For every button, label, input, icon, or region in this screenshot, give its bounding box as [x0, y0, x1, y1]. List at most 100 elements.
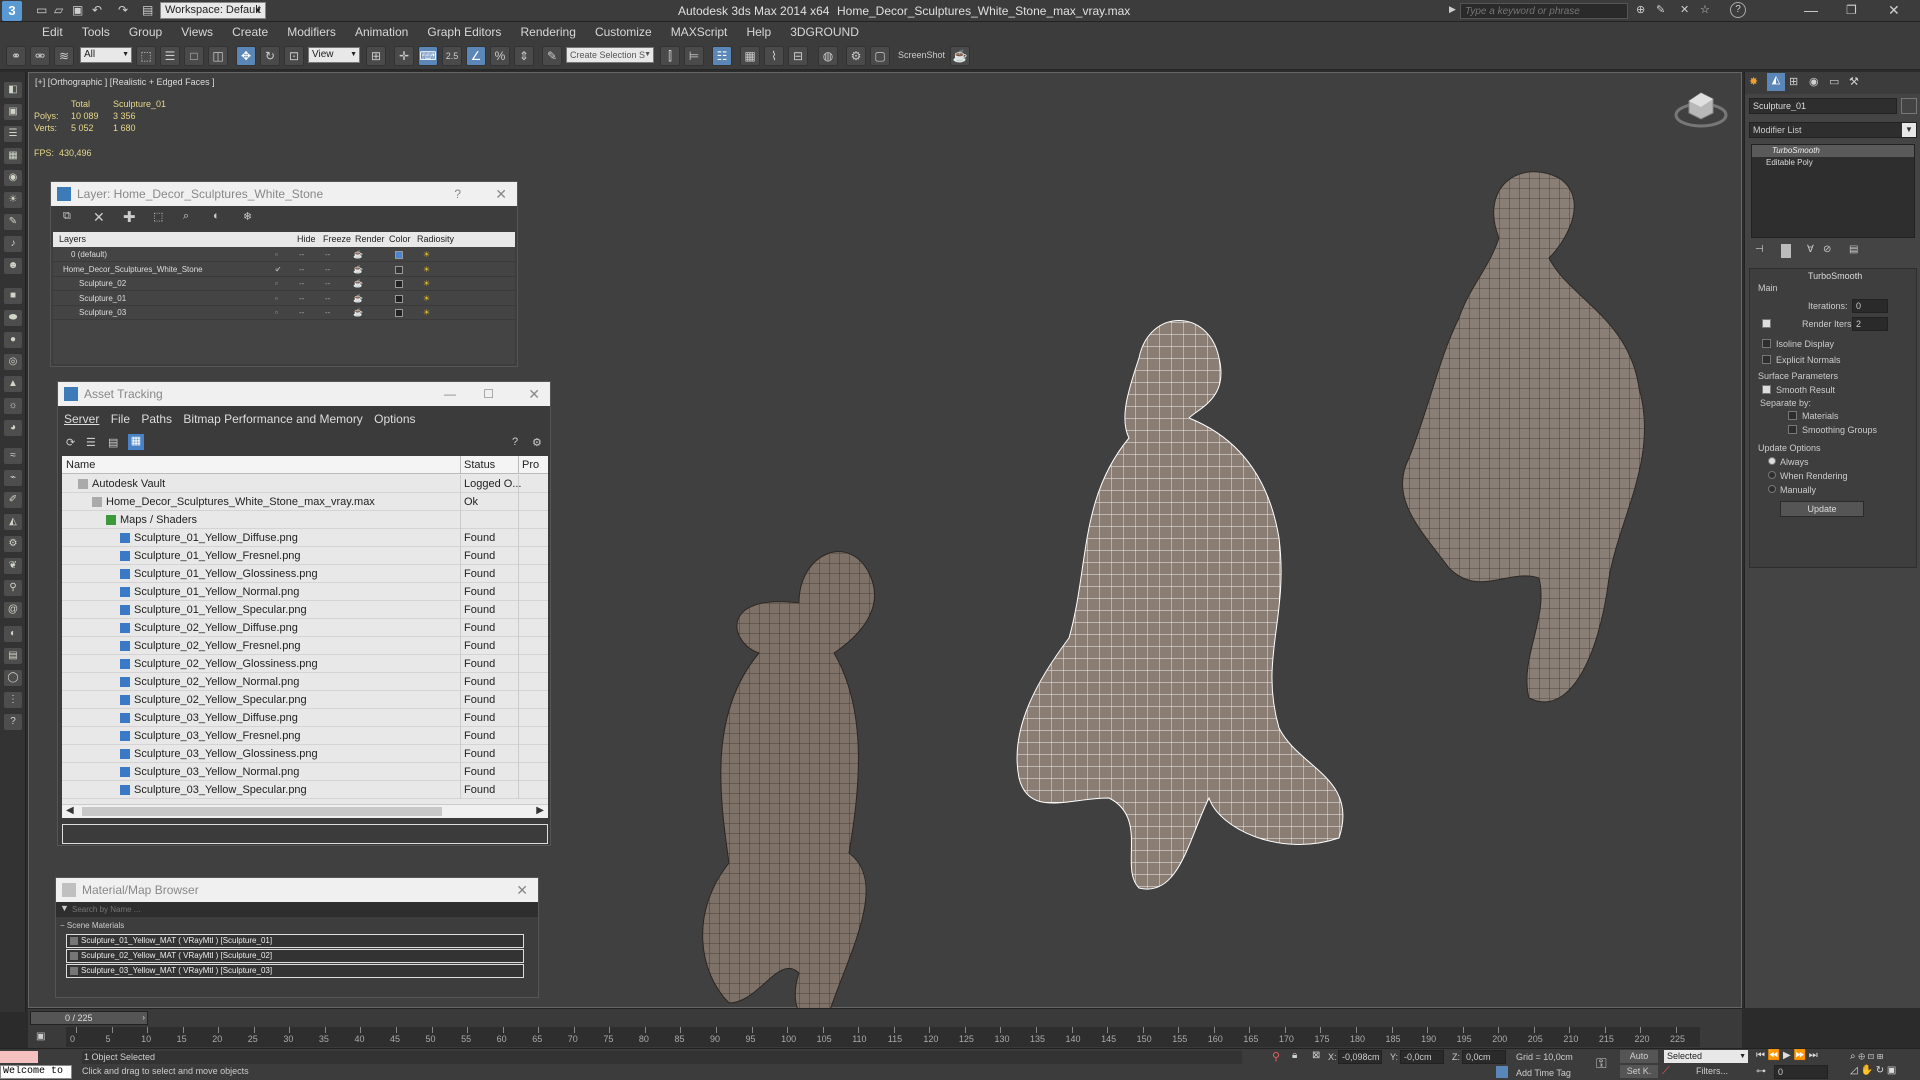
asset-row[interactable]: Sculpture_02_Yellow_Normal.png Found: [62, 673, 548, 691]
zoom-icon[interactable]: ⌕: [1850, 1051, 1856, 1062]
select-rotate-icon[interactable]: ↻: [260, 46, 280, 66]
new-file-icon[interactable]: ▭: [36, 3, 47, 17]
freeze-all-layers-icon[interactable]: ❄: [243, 210, 252, 223]
auto-key-button[interactable]: Auto: [1620, 1050, 1658, 1063]
tool-leaf-icon[interactable]: ❦: [4, 558, 22, 574]
menu-edit[interactable]: Edit: [34, 22, 71, 39]
smoothing-groups-checkbox[interactable]: [1788, 425, 1797, 434]
asset-row[interactable]: Sculpture_03_Yellow_Specular.png Found: [62, 781, 548, 799]
hide-dash[interactable]: --: [299, 292, 304, 306]
radiosity-icon[interactable]: ☀: [423, 292, 430, 306]
help-icon[interactable]: ?: [1730, 2, 1746, 18]
key-mode-icon[interactable]: ⊶: [1756, 1066, 1766, 1077]
pin-icon[interactable]: ⚲: [1272, 1050, 1280, 1063]
material-item[interactable]: Sculpture_03_Yellow_MAT ( VRayMtl ) [Scu…: [66, 964, 524, 978]
material-item[interactable]: Sculpture_02_Yellow_MAT ( VRayMtl ) [Scu…: [66, 949, 524, 963]
ref-coord-dropdown[interactable]: View ▼: [308, 47, 360, 63]
tool-spiral-icon[interactable]: @: [4, 602, 22, 618]
hide-toggle-icon[interactable]: ▫: [275, 277, 278, 291]
tool-gear-icon[interactable]: ⚙: [4, 536, 22, 552]
tool-torus-icon[interactable]: ◎: [4, 354, 22, 370]
freeze-dash[interactable]: --: [325, 292, 330, 306]
menu-3dground[interactable]: 3DGROUND: [782, 22, 867, 39]
menu-rendering[interactable]: Rendering: [513, 22, 584, 39]
tool-wave-icon[interactable]: ≈: [4, 448, 22, 464]
tool-box-icon[interactable]: ■: [4, 288, 22, 304]
col-layers[interactable]: Layers: [59, 232, 86, 247]
render-teapot-icon[interactable]: ☕: [353, 292, 363, 306]
help-search-input[interactable]: [1460, 3, 1628, 19]
close-icon[interactable]: ✕: [528, 382, 540, 406]
material-item[interactable]: Sculpture_01_Yellow_MAT ( VRayMtl ) [Scu…: [66, 934, 524, 948]
tool-people-icon[interactable]: ☻: [4, 258, 22, 274]
tool-planet-icon[interactable]: ◐: [4, 626, 22, 642]
edit-named-sel-icon[interactable]: ✎: [542, 46, 562, 66]
modify-tab-icon[interactable]: ◭: [1767, 73, 1785, 91]
keyboard-shortcut-icon[interactable]: ⌨: [418, 46, 438, 66]
close-icon[interactable]: ✕: [516, 878, 528, 902]
scene-materials-group[interactable]: − Scene Materials: [60, 920, 530, 932]
tree-view-icon[interactable]: ▦: [128, 434, 144, 450]
scroll-left-icon[interactable]: ◀: [66, 805, 74, 816]
menu-help[interactable]: Help: [738, 22, 779, 39]
asset-row[interactable]: Home_Decor_Sculptures_White_Stone_max_vr…: [62, 493, 548, 511]
col-proxy[interactable]: Pro: [522, 456, 539, 474]
col-color[interactable]: Color: [389, 232, 411, 247]
add-time-tag[interactable]: Add Time Tag: [1516, 1068, 1571, 1078]
sculpture-03-mesh[interactable]: [649, 533, 989, 1033]
pivot-center-icon[interactable]: ⊞: [366, 46, 386, 66]
layer-color-swatch[interactable]: [395, 294, 403, 303]
zoom-extents-icon[interactable]: ⊡: [1868, 1051, 1874, 1062]
rectangular-selection-icon[interactable]: □: [184, 46, 204, 66]
col-name[interactable]: Name: [66, 456, 95, 474]
render-teapot-icon[interactable]: ☕: [353, 263, 363, 277]
when-rendering-radio[interactable]: [1768, 471, 1776, 479]
field-of-view-icon[interactable]: ◿: [1850, 1065, 1858, 1076]
asset-row[interactable]: Sculpture_02_Yellow_Diffuse.png Found: [62, 619, 548, 637]
viewcube-icon[interactable]: [1673, 85, 1729, 129]
tool-grid-icon[interactable]: ▦: [4, 148, 22, 164]
stack-item-editable-poly[interactable]: Editable Poly: [1752, 157, 1914, 169]
rollout-title[interactable]: TurboSmooth: [1808, 271, 1862, 281]
col-radiosity[interactable]: Radiosity: [417, 232, 454, 247]
hide-toggle-icon[interactable]: ▫: [275, 306, 278, 320]
key-filter-dropdown[interactable]: Selected ▼: [1664, 1050, 1748, 1063]
layer-row[interactable]: Sculpture_03 ▫ -- -- ☕ ☀: [53, 306, 515, 320]
window-crossing-icon[interactable]: ◫: [208, 46, 228, 66]
redo-icon[interactable]: ↷: [118, 3, 128, 17]
utilities-tab-icon[interactable]: ⚒: [1849, 75, 1859, 88]
radiosity-icon[interactable]: ☀: [423, 248, 430, 262]
tool-hat-icon[interactable]: ◭: [4, 514, 22, 530]
table-view-icon[interactable]: ▤: [108, 436, 118, 449]
material-browser-titlebar[interactable]: Material/Map Browser ✕: [56, 878, 538, 902]
always-radio[interactable]: [1768, 457, 1776, 465]
tool-bone-icon[interactable]: ⌁: [4, 470, 22, 486]
asset-row[interactable]: Sculpture_03_Yellow_Diffuse.png Found: [62, 709, 548, 727]
search-options-icon[interactable]: ▼: [60, 903, 69, 913]
sculpture-01-mesh[interactable]: [979, 298, 1359, 898]
pan-icon[interactable]: ✋: [1860, 1065, 1872, 1076]
tool-light-icon[interactable]: ☀: [4, 192, 22, 208]
show-end-result-icon[interactable]: [1781, 244, 1791, 258]
minimize-window-icon[interactable]: —: [1804, 2, 1818, 18]
menu-create[interactable]: Create: [224, 22, 276, 39]
modifier-list-dropdown[interactable]: Modifier List ▼: [1749, 122, 1917, 138]
select-scale-icon[interactable]: ⊡: [284, 46, 304, 66]
asset-row[interactable]: Sculpture_01_Yellow_Specular.png Found: [62, 601, 548, 619]
freeze-dash[interactable]: --: [325, 277, 330, 291]
teapot-render-icon[interactable]: ☕: [950, 46, 970, 66]
help-icon[interactable]: ?: [512, 436, 518, 448]
add-time-tag-icon[interactable]: [1496, 1066, 1508, 1078]
align-icon[interactable]: ⊨: [684, 46, 704, 66]
help-button[interactable]: ?: [454, 182, 461, 206]
scene-explorer-icon[interactable]: ☷: [712, 46, 732, 66]
material-search-input[interactable]: [72, 903, 512, 915]
asset-menu-file[interactable]: File: [111, 412, 130, 426]
play-icon[interactable]: ▶: [1783, 1050, 1791, 1061]
isoline-checkbox[interactable]: [1762, 339, 1771, 348]
smooth-result-checkbox[interactable]: [1762, 385, 1771, 394]
menu-views[interactable]: Views: [173, 22, 221, 39]
menu-maxscript[interactable]: MAXScript: [663, 22, 736, 39]
x-coordinate-field[interactable]: -0,098cm: [1338, 1050, 1382, 1064]
layer-row[interactable]: 0 (default) ▫ -- -- ☕ ☀: [53, 248, 515, 262]
